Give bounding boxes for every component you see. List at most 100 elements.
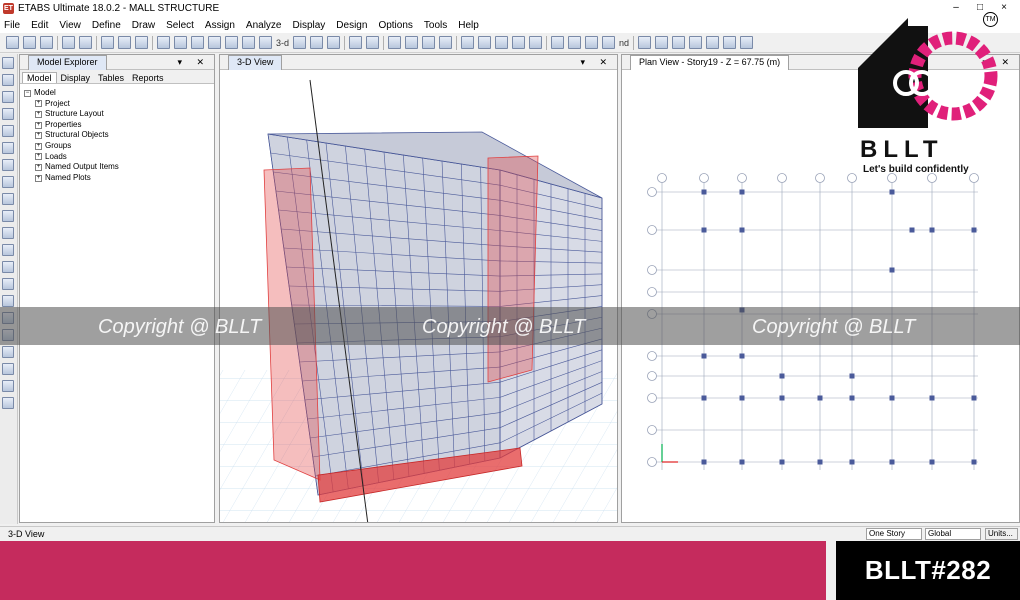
- draw-floor-icon[interactable]: [2, 176, 14, 188]
- draw-toolbar: [0, 54, 18, 524]
- open-file-icon[interactable]: [23, 36, 36, 49]
- shell-section-icon[interactable]: [655, 36, 669, 49]
- draw-column-icon[interactable]: [602, 36, 616, 49]
- draw-beam-icon[interactable]: [568, 36, 582, 49]
- view-3d-close-icon[interactable]: ▾ ✕: [580, 55, 613, 70]
- coordinate-system-select[interactable]: Global: [925, 528, 981, 540]
- zoom-in-icon[interactable]: [174, 36, 187, 49]
- line-style-icon[interactable]: [706, 36, 720, 49]
- menu-edit[interactable]: Edit: [31, 20, 48, 31]
- units-button[interactable]: Units...: [985, 528, 1018, 540]
- draw-section-cut-icon[interactable]: [2, 295, 14, 307]
- tree-node-named-plots[interactable]: + Named Plots: [24, 173, 214, 184]
- draw-brace-icon[interactable]: [585, 36, 599, 49]
- view-3d-button[interactable]: 3-d: [276, 38, 289, 48]
- draw-dimension-icon[interactable]: [2, 261, 14, 273]
- steel-design-icon[interactable]: [672, 36, 686, 49]
- save-icon[interactable]: [40, 36, 53, 49]
- menu-define[interactable]: Define: [92, 20, 121, 31]
- menu-file[interactable]: File: [4, 20, 20, 31]
- panel-close-icon[interactable]: ▾ ✕: [177, 55, 210, 70]
- move-up-icon[interactable]: [349, 36, 363, 49]
- tree-node-structure-layout[interactable]: + Structure Layout: [24, 109, 214, 120]
- tree-node-structural-objects[interactable]: + Structural Objects: [24, 130, 214, 141]
- model-explorer-title[interactable]: Model Explorer: [28, 54, 107, 70]
- intersecting-line-icon[interactable]: [2, 380, 14, 392]
- logo-tagline: Let's build confidently: [863, 164, 969, 175]
- tree-node-named-output-items[interactable]: + Named Output Items: [24, 162, 214, 173]
- tab-model[interactable]: Model: [22, 72, 57, 83]
- lock-icon[interactable]: [118, 36, 131, 49]
- draw-grid-icon[interactable]: [2, 278, 14, 290]
- menu-help[interactable]: Help: [458, 20, 479, 31]
- tree-node-groups[interactable]: + Groups: [24, 141, 214, 152]
- draw-wall-icon[interactable]: [2, 210, 14, 222]
- display-options-icon[interactable]: [388, 36, 402, 49]
- show-deformed-icon[interactable]: [478, 36, 492, 49]
- draw-opening-icon[interactable]: [2, 227, 14, 239]
- menu-assign[interactable]: Assign: [205, 20, 235, 31]
- tree-node-properties[interactable]: + Properties: [24, 120, 214, 131]
- model-3d-viewport[interactable]: [220, 70, 618, 522]
- elevation-view-icon[interactable]: [310, 36, 324, 49]
- zoom-previous-icon[interactable]: [225, 36, 238, 49]
- undo-icon[interactable]: [62, 36, 75, 49]
- plan-view-icon[interactable]: [293, 36, 307, 49]
- menu-options[interactable]: Options: [378, 20, 412, 31]
- menu-draw[interactable]: Draw: [132, 20, 155, 31]
- zoom-window-icon[interactable]: [157, 36, 170, 49]
- show-stresses-icon[interactable]: [512, 36, 526, 49]
- draw-line-icon[interactable]: [2, 91, 14, 103]
- snap-options-icon[interactable]: [723, 36, 737, 49]
- frame-section-icon[interactable]: [638, 36, 652, 49]
- menu-design[interactable]: Design: [336, 20, 367, 31]
- object-fill-icon[interactable]: [439, 36, 453, 49]
- draw-column-tool-icon[interactable]: [2, 125, 14, 137]
- rubber-band-zoom-icon[interactable]: [259, 36, 272, 49]
- story-select[interactable]: One Story: [866, 528, 922, 540]
- set-display-icon[interactable]: [405, 36, 419, 49]
- draw-cross-icon[interactable]: [2, 159, 14, 171]
- tab-plan-view[interactable]: Plan View - Story19 - Z = 67.75 (m): [630, 55, 790, 70]
- bottom-banner: [0, 541, 826, 600]
- redo-icon[interactable]: [79, 36, 92, 49]
- reshape-icon[interactable]: [2, 74, 14, 86]
- show-undeformed-icon[interactable]: [461, 36, 475, 49]
- move-down-icon[interactable]: [366, 36, 380, 49]
- etabs-app-icon[interactable]: ET: [3, 3, 14, 14]
- new-model-icon[interactable]: [6, 36, 19, 49]
- draw-frame-icon[interactable]: [551, 36, 565, 49]
- shrink-objects-icon[interactable]: [422, 36, 436, 49]
- tab-3d-view[interactable]: 3-D View: [228, 55, 283, 70]
- snap-points-icon[interactable]: [2, 397, 14, 409]
- zoom-all-icon[interactable]: [208, 36, 221, 49]
- tab-display[interactable]: Display: [57, 73, 95, 83]
- zoom-out-icon[interactable]: [191, 36, 204, 49]
- draw-rect-floor-icon[interactable]: [2, 193, 14, 205]
- pan-icon[interactable]: [242, 36, 255, 49]
- get-previous-icon[interactable]: [2, 346, 14, 358]
- rotate-3d-icon[interactable]: [327, 36, 341, 49]
- pencil-icon[interactable]: [101, 36, 114, 49]
- draw-polyline-icon[interactable]: [2, 108, 14, 120]
- window-title: ETABS Ultimate 18.0.2 - MALL STRUCTURE: [18, 3, 220, 14]
- show-tables-icon[interactable]: [529, 36, 543, 49]
- draw-brace-tool-icon[interactable]: [2, 142, 14, 154]
- run-analysis-icon[interactable]: [135, 36, 148, 49]
- menu-tools[interactable]: Tools: [424, 20, 447, 31]
- tab-reports[interactable]: Reports: [128, 73, 168, 83]
- concrete-design-icon[interactable]: [689, 36, 703, 49]
- menu-display[interactable]: Display: [293, 20, 326, 31]
- draw-options-icon[interactable]: [740, 36, 754, 49]
- menu-view[interactable]: View: [59, 20, 81, 31]
- menu-analyze[interactable]: Analyze: [246, 20, 282, 31]
- clear-selection-icon[interactable]: [2, 363, 14, 375]
- tree-node-model[interactable]: − Model: [24, 88, 214, 99]
- show-forces-icon[interactable]: [495, 36, 509, 49]
- tree-node-loads[interactable]: + Loads: [24, 152, 214, 163]
- menu-select[interactable]: Select: [166, 20, 194, 31]
- tree-node-project[interactable]: + Project: [24, 99, 214, 110]
- tab-tables[interactable]: Tables: [94, 73, 128, 83]
- draw-null-area-icon[interactable]: [2, 244, 14, 256]
- pointer-icon[interactable]: [2, 57, 14, 69]
